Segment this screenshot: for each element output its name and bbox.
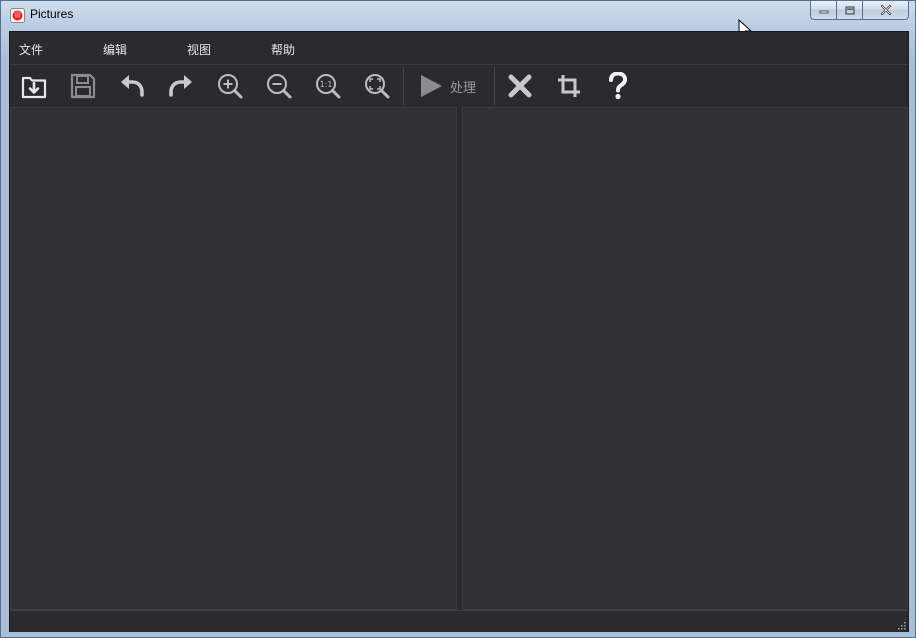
result-image-pane[interactable] — [462, 107, 908, 610]
zoom-in-icon — [218, 74, 243, 99]
process-label: 处理 — [450, 80, 477, 96]
undo-icon — [121, 75, 144, 97]
zoom-fit-icon — [365, 74, 390, 99]
menu-edit[interactable]: 编辑 — [103, 41, 127, 58]
zoom-out-button[interactable] — [261, 68, 297, 104]
application-window: Pictures 文件 编辑 视图 帮助 1:1 处理 — [0, 0, 916, 638]
zoom-in-button[interactable] — [212, 68, 248, 104]
help-icon — [609, 72, 628, 100]
resize-grip-icon[interactable] — [896, 620, 906, 630]
caption-buttons — [810, 1, 909, 21]
title-bar[interactable]: Pictures — [1, 1, 915, 30]
save-button[interactable] — [65, 68, 101, 104]
zoom-actual-size-icon: 1:1 — [316, 74, 341, 99]
process-button[interactable]: 处理 — [403, 67, 495, 105]
status-bar — [10, 610, 908, 632]
save-icon — [70, 73, 96, 99]
undo-button[interactable] — [114, 68, 150, 104]
delete-icon — [508, 74, 532, 98]
zoom-actual-size-button[interactable]: 1:1 — [310, 68, 346, 104]
toolbar: 1:1 处理 — [10, 64, 908, 108]
minimize-icon — [819, 10, 828, 14]
zoom-out-icon — [267, 74, 292, 99]
crop-icon — [558, 75, 580, 97]
close-icon — [880, 5, 891, 15]
image-panes — [10, 107, 908, 610]
open-button[interactable] — [16, 68, 52, 104]
open-folder-icon — [21, 76, 47, 99]
help-button[interactable] — [600, 68, 636, 104]
menu-bar: 文件 编辑 视图 帮助 — [10, 32, 908, 64]
source-image-pane[interactable] — [10, 107, 457, 610]
menu-view[interactable]: 视图 — [187, 41, 211, 58]
crop-button[interactable] — [551, 68, 587, 104]
zoom-fit-button[interactable] — [359, 68, 395, 104]
close-button[interactable] — [863, 1, 909, 20]
restore-icon — [845, 6, 854, 14]
play-icon — [421, 75, 442, 97]
client-area: 文件 编辑 视图 帮助 1:1 处理 — [9, 31, 909, 632]
menu-help[interactable]: 帮助 — [271, 41, 295, 58]
restore-button[interactable] — [837, 1, 863, 20]
svg-text:1:1: 1:1 — [320, 80, 333, 89]
app-icon[interactable] — [10, 8, 25, 23]
minimize-button[interactable] — [810, 1, 837, 20]
redo-button[interactable] — [163, 68, 199, 104]
window-title: Pictures — [30, 7, 74, 21]
redo-icon — [169, 75, 192, 97]
delete-button[interactable] — [502, 68, 538, 104]
menu-file[interactable]: 文件 — [19, 41, 43, 58]
